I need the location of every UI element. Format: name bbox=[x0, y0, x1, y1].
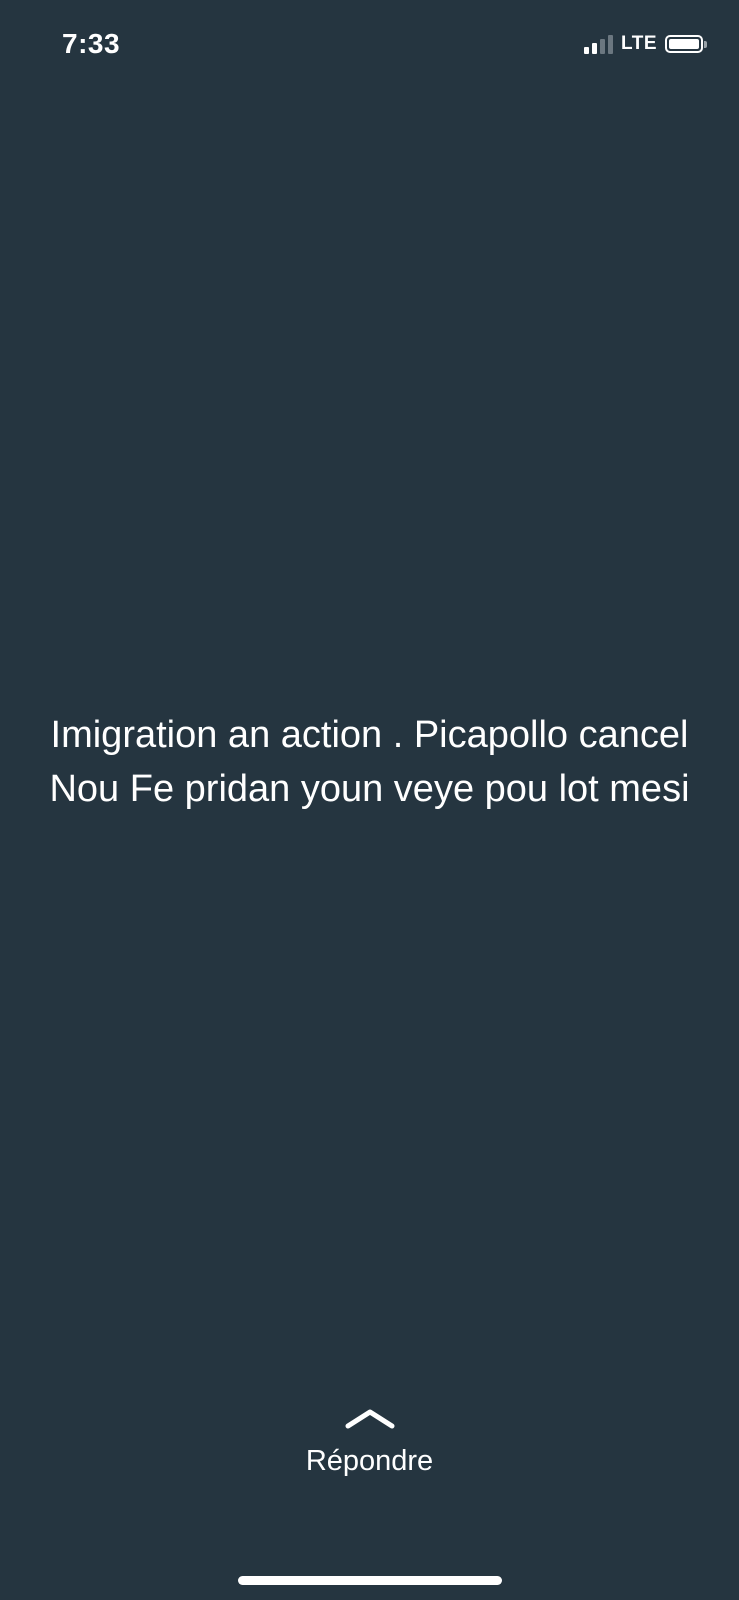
signal-bar bbox=[600, 39, 606, 54]
signal-bar bbox=[584, 47, 590, 54]
battery-fill bbox=[669, 39, 699, 49]
home-indicator[interactable] bbox=[238, 1576, 502, 1585]
signal-bar bbox=[608, 35, 614, 54]
status-time: 7:33 bbox=[62, 28, 121, 59]
battery-cap bbox=[704, 40, 707, 48]
signal-strength-icon bbox=[584, 34, 614, 54]
battery-body bbox=[665, 35, 703, 53]
reply-label: Répondre bbox=[305, 1445, 434, 1477]
network-type: LTE bbox=[621, 33, 657, 54]
status-indicators: LTE bbox=[584, 32, 707, 56]
battery-icon bbox=[665, 35, 707, 53]
notification-screen: 7:33 LTE Imigration an action . Picapoll… bbox=[0, 0, 739, 1600]
status-bar: 7:33 LTE bbox=[0, 0, 739, 90]
reply-button[interactable]: Répondre bbox=[0, 1405, 739, 1478]
message-text: Imigration an action . Picapollo cancel … bbox=[49, 714, 690, 810]
chevron-up-icon bbox=[345, 1409, 394, 1429]
signal-bar bbox=[592, 43, 598, 54]
